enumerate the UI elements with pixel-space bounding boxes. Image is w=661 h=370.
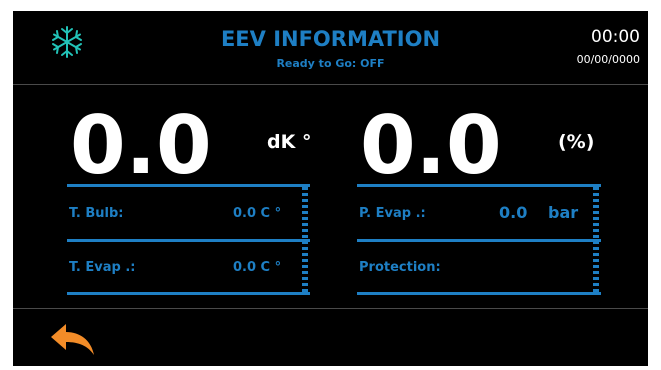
panel-border	[357, 184, 601, 187]
t-bulb-label: T. Bulb:	[69, 206, 124, 221]
footer-divider	[13, 308, 648, 309]
page-title: EEV INFORMATION	[220, 27, 441, 51]
protection-label: Protection:	[359, 260, 441, 275]
p-evap-value: 0.0	[499, 203, 528, 222]
panel-border	[357, 239, 601, 242]
eev-screen: EEV INFORMATION Ready to Go: OFF 00:00 0…	[13, 11, 648, 366]
superheat-unit: dK °	[267, 131, 312, 153]
t-evap-label: T. Evap .:	[69, 260, 136, 275]
p-evap-label: P. Evap .:	[359, 206, 426, 221]
header-divider	[13, 84, 648, 85]
superheat-value: 0.0	[70, 99, 212, 192]
panel-border	[302, 187, 308, 292]
valve-opening-value: 0.0	[360, 99, 502, 192]
panel-border	[357, 292, 601, 295]
valve-opening-unit: (%)	[558, 131, 595, 153]
back-arrow-icon[interactable]	[47, 321, 97, 361]
panel-border	[67, 239, 310, 242]
status-subtitle: Ready to Go: OFF	[276, 57, 385, 70]
panel-border	[67, 184, 310, 187]
t-evap-value: 0.0 C °	[233, 260, 282, 275]
t-bulb-value: 0.0 C °	[233, 206, 282, 221]
p-evap-unit: bar	[548, 203, 579, 222]
clock-date: 00/00/0000	[576, 53, 640, 66]
clock-time: 00:00	[591, 27, 640, 47]
panel-border	[67, 292, 310, 295]
panel-border	[593, 187, 599, 292]
